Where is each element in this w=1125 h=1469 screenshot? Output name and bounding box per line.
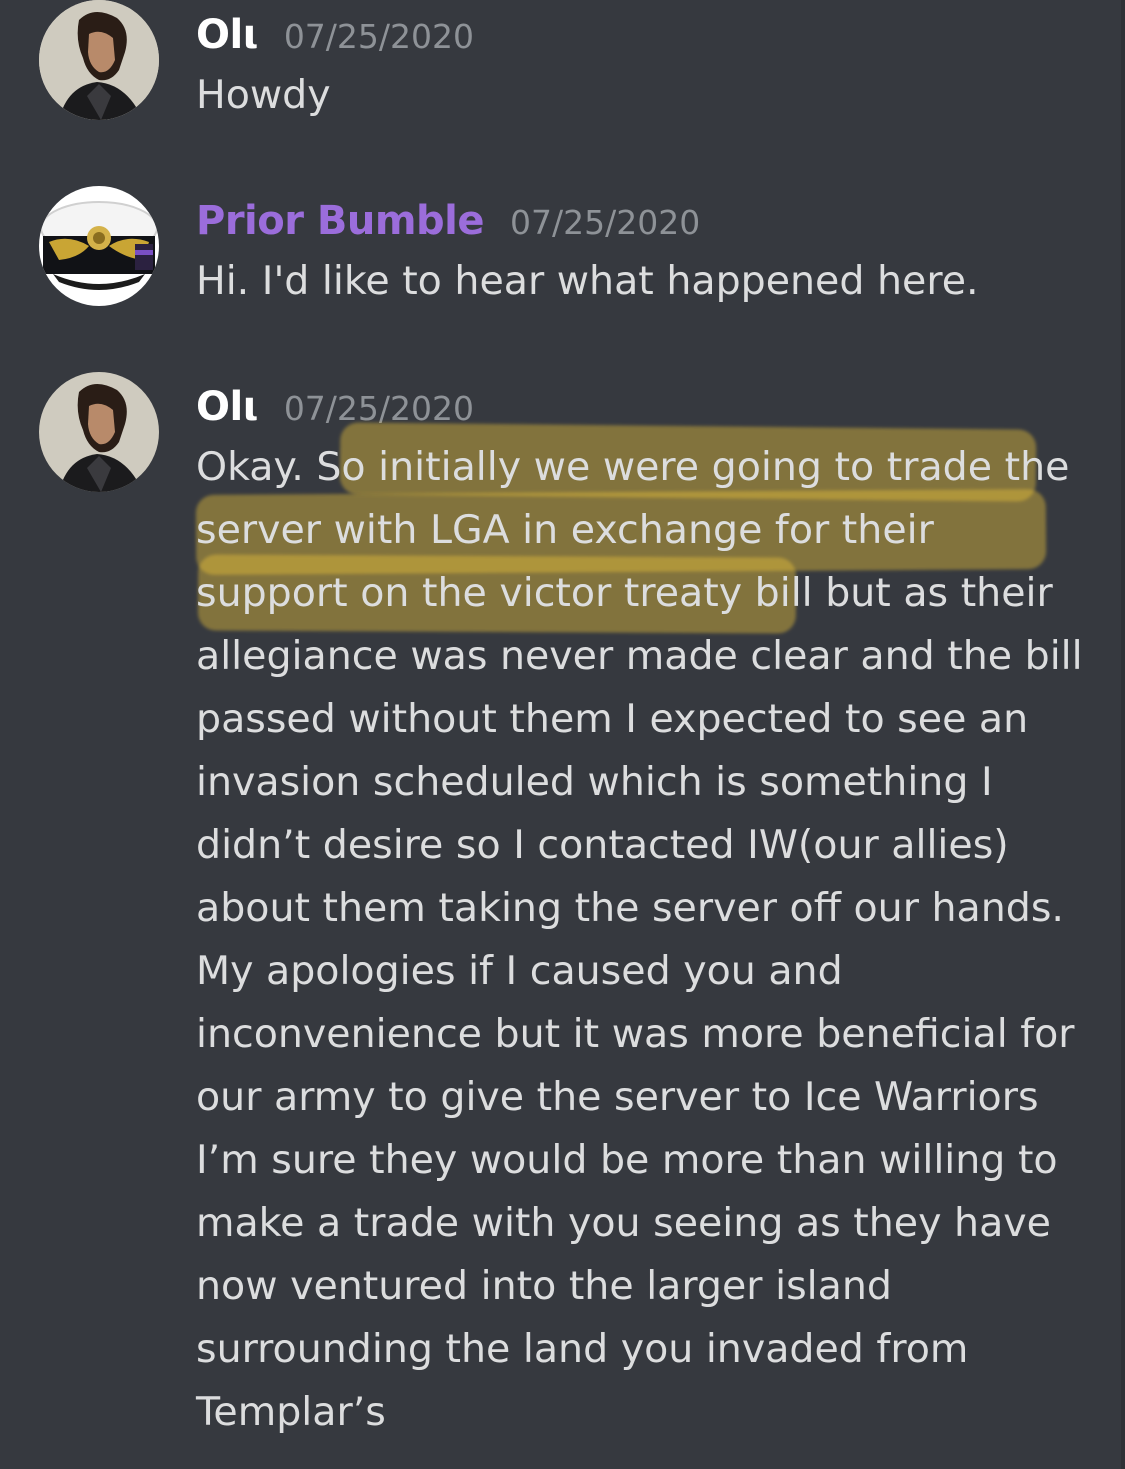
message-content: Hi. I'd like to hear what happened here. (196, 250, 1096, 313)
message-content: Howdy (196, 64, 1096, 127)
message-line: Templar’s (196, 1389, 386, 1435)
message-line: passed without them I expected to see an (196, 696, 1029, 742)
message-line: invasion scheduled which is something I (196, 759, 993, 805)
naval-officer-cap-avatar[interactable] (39, 186, 159, 306)
message-timestamp: 07/25/2020 (283, 17, 475, 56)
message-author[interactable]: Olι (196, 384, 258, 430)
message-line: inconvenience but it was more beneficial… (196, 1011, 1075, 1057)
message-line: support on the victor treaty bill but as… (196, 570, 1053, 616)
message-content: Okay. So initially we were going to trad… (196, 436, 1096, 1444)
message-line: My apologies if I caused you and (196, 948, 843, 994)
message-timestamp: 07/25/2020 (510, 203, 701, 242)
message-line: Okay. So initially we were going to trad… (196, 444, 1070, 490)
man-portrait-avatar[interactable] (39, 0, 159, 120)
message-line: Howdy (196, 72, 331, 118)
message-line: about them taking the server off our han… (196, 885, 1064, 931)
message-author[interactable]: Prior Bumble (196, 198, 485, 244)
scrollbar-track[interactable] (1121, 0, 1125, 1469)
message-line: allegiance was never made clear and the … (196, 633, 1083, 679)
message-line: didn’t desire so I contacted IW(our alli… (196, 822, 1009, 868)
message-line: surrounding the land you invaded from (196, 1326, 969, 1372)
message-line: Hi. I'd like to hear what happened here. (196, 258, 979, 304)
chat-messages-pane: Olι 07/25/2020 Howdy Prior Bumble 07/25/… (0, 0, 1125, 1469)
message-line: make a trade with you seeing as they hav… (196, 1200, 1051, 1246)
message-line: our army to give the server to Ice Warri… (196, 1074, 1039, 1120)
message-line: I’m sure they would be more than willing… (196, 1137, 1058, 1183)
message-line: now ventured into the larger island (196, 1263, 892, 1309)
message-line: server with LGA in exchange for their (196, 507, 934, 553)
message-author[interactable]: Olι (196, 12, 258, 58)
man-portrait-avatar[interactable] (39, 372, 159, 492)
